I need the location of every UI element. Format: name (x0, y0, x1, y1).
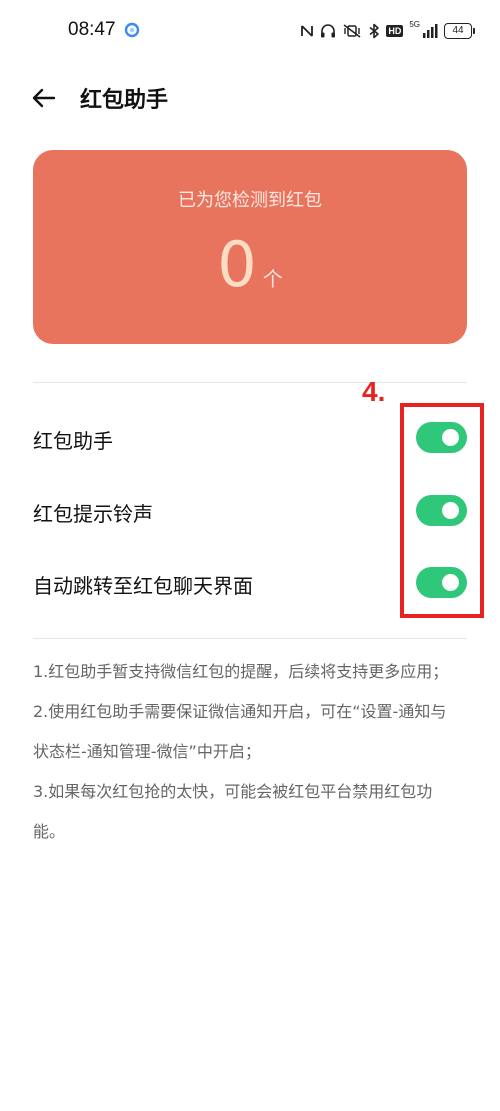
setting-label: 红包助手 (33, 429, 113, 453)
signal-icon (423, 24, 438, 38)
divider-bottom (33, 638, 467, 639)
header: 红包助手 (0, 78, 500, 118)
battery-icon: 44 (444, 23, 475, 39)
network-type: 5G (409, 20, 420, 29)
setting-label: 红包提示铃声 (33, 502, 153, 526)
divider-top (33, 382, 467, 383)
page-title: 红包助手 (80, 88, 169, 113)
notes: 1.红包助手暂支持微信红包的提醒，后续将支持更多应用； 2.使用红包助手需要保证… (33, 652, 473, 852)
card-count: 0 (217, 228, 257, 301)
note-line: 3.如果每次红包抢的太快，可能会被红包平台禁用红包功 (33, 782, 433, 801)
back-button[interactable] (30, 84, 58, 112)
card-count-row: 0个 (33, 228, 467, 301)
annotation-box (400, 403, 484, 618)
note-line: 1.红包助手暂支持微信红包的提醒，后续将支持更多应用； (33, 662, 449, 681)
detected-count-card: 已为您检测到红包 0个 (33, 150, 467, 344)
note-line: 状态栏-通知管理-微信”中开启； (33, 742, 261, 761)
card-label: 已为您检测到红包 (178, 190, 322, 211)
screen: 08:47 HD 5G 44 红包助手 已为您检测到红包 0 个 红包助手 红包… (0, 0, 500, 1111)
browser-app-icon (124, 22, 140, 38)
hd-icon: HD (386, 25, 404, 37)
status-bar: 08:47 HD 5G 44 (0, 0, 500, 62)
annotation-label: 4. (362, 376, 386, 407)
setting-label: 自动跳转至红包聊天界面 (33, 574, 253, 598)
note-line: 2.使用红包助手需要保证微信通知开启，可在“设置-通知与 (33, 702, 447, 721)
nfc-icon (301, 25, 314, 37)
headset-icon (321, 24, 336, 38)
status-icons: HD 5G 44 (300, 19, 475, 43)
note-line: 能。 (33, 822, 66, 841)
card-unit: 个 (262, 267, 283, 291)
bluetooth-icon (369, 23, 380, 39)
status-time: 08:47 (68, 19, 116, 40)
mute-vibrate-icon (343, 24, 361, 38)
